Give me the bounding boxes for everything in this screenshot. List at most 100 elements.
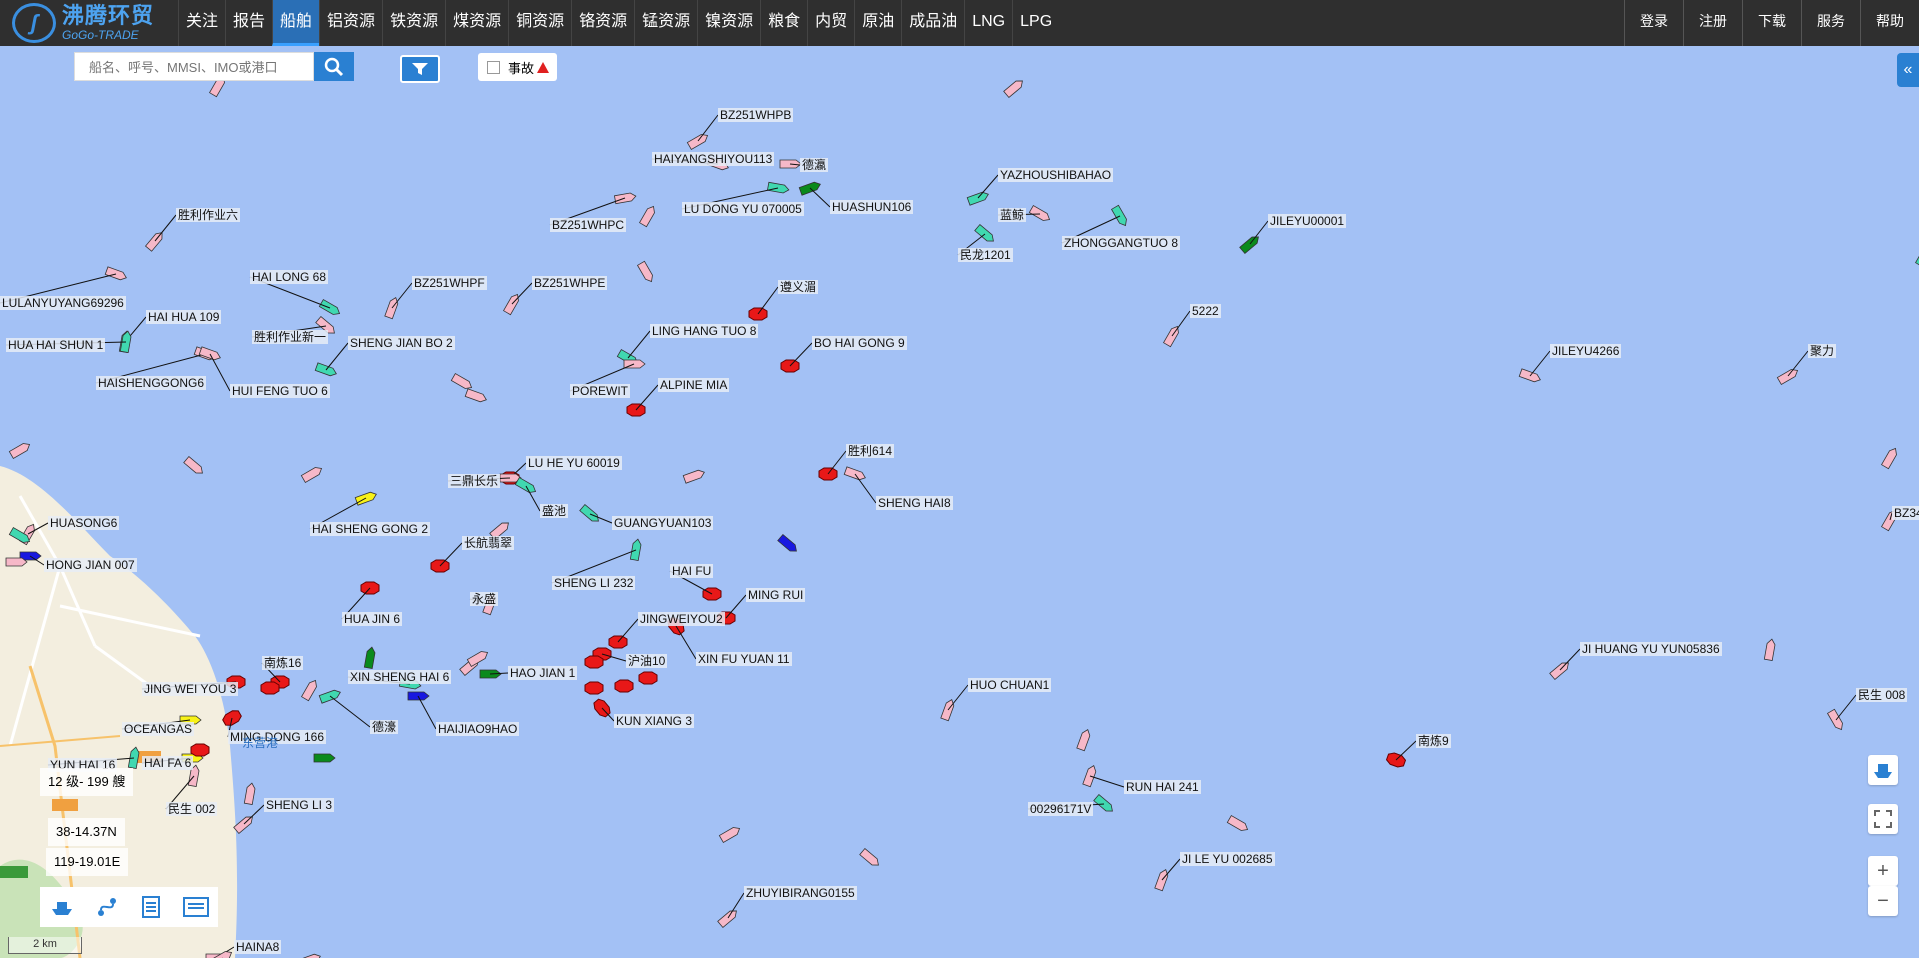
vessel-marker[interactable] [300,465,323,484]
vessel-label[interactable]: HUI FENG TUO 6 [230,384,330,398]
logo[interactable]: ʃ 沸腾环贸 GoGo-TRADE [0,0,178,46]
collapse-icon[interactable]: « [1897,53,1919,87]
vessel-marker[interactable] [613,192,637,205]
vessel-label[interactable]: JILEYU00001 [1268,214,1347,228]
vessel-label[interactable]: 遵义湄 [778,280,819,294]
vessel-label[interactable]: HAI FA 6 [142,756,194,770]
news-tool-button[interactable] [182,893,210,921]
vessel-label[interactable]: BZ251WHPE [532,276,608,290]
ship-layer-button[interactable] [1868,755,1898,785]
vessel-label[interactable]: JING WEI YOU 3 [142,682,239,696]
nav-item[interactable]: 铬资源 [571,0,634,46]
vessel-marker[interactable] [450,372,473,391]
vessel-marker[interactable] [183,455,205,477]
nav-item[interactable]: 镍资源 [697,0,760,46]
nav-item[interactable]: 粮食 [760,0,807,46]
route-tool-button[interactable] [93,893,121,921]
nav-item[interactable]: 铁资源 [382,0,445,46]
vessel-label[interactable]: HUASONG6 [48,516,120,530]
vessel-marker[interactable] [766,181,790,194]
vessel-marker[interactable] [638,204,657,228]
vessel-marker[interactable] [777,533,799,555]
vessel-label[interactable]: KUN XIANG 3 [614,714,695,728]
vessel-label[interactable]: GUANGYUAN103 [612,516,714,530]
vessel-marker[interactable] [313,753,336,763]
vessel-marker[interactable] [1226,814,1249,833]
vessel-label[interactable]: HUO CHUAN1 [968,678,1052,692]
vessel-marker[interactable] [300,678,319,702]
vessel-label[interactable]: SHENG HAI8 [876,496,953,510]
nav-item[interactable]: 船舶 [272,0,320,46]
vessel-label[interactable]: HAIJIAO9HAO [436,722,520,736]
vessel-marker[interactable] [584,655,604,669]
vessel-marker[interactable] [1914,244,1919,268]
nav-item[interactable]: 关注 [178,0,225,46]
vessel-label[interactable]: MING RUI [746,588,806,602]
fullscreen-button[interactable] [1868,804,1898,834]
vessel-label[interactable]: XIN SHENG HAI 6 [348,670,452,684]
vessel-label[interactable]: ZHONGGANGTUO 8 [1062,236,1181,250]
vessel-label[interactable]: ZHUYIBIRANG0155 [744,886,857,900]
vessel-label[interactable]: 胜利作业新一 [252,330,329,344]
vessel-label[interactable]: HAI HUA 109 [146,310,222,324]
nav-item[interactable]: 报告 [225,0,272,46]
nav-item[interactable]: 内贸 [807,0,854,46]
nav-item[interactable]: 锰资源 [634,0,697,46]
vessel-marker[interactable] [464,388,487,404]
vessel-label[interactable]: XIN FU YUAN 11 [696,652,792,666]
vessel-label[interactable]: BZ34 [1892,506,1919,520]
document-tool-button[interactable] [137,893,165,921]
vessel-marker[interactable] [466,649,489,668]
vessel-marker[interactable] [5,557,28,567]
account-nav-item[interactable]: 下载 [1742,0,1801,46]
vessel-label[interactable]: OCEANGAS [122,722,195,736]
vessel-label[interactable]: 东营港 [240,736,280,750]
nav-item[interactable]: LPG [1012,0,1059,46]
vessel-marker[interactable] [1076,728,1092,752]
vessel-label[interactable]: 长航翡翠 [462,536,515,550]
nav-item[interactable]: 成品油 [901,0,964,46]
vessel-label[interactable]: JINGWEIYOU2 [638,612,725,626]
vessel-label[interactable]: YAZHOUSHIBAHAO [998,168,1114,182]
vessel-label[interactable]: JILEYU4266 [1550,344,1622,358]
vessel-marker[interactable] [260,681,280,695]
vessel-label[interactable]: 盛池 [540,504,569,518]
vessel-label[interactable]: 民生 008 [1856,688,1908,702]
vessel-label[interactable]: ALPINE MIA [658,378,730,392]
vessel-label[interactable]: LU HE YU 60019 [526,456,622,470]
vessel-label[interactable]: 00296171V [1028,802,1094,816]
vessel-label[interactable]: 胜利作业六 [176,208,241,222]
vessel-marker[interactable] [190,743,210,757]
vessel-label[interactable]: 5222 [1190,304,1221,318]
vessel-marker[interactable] [354,490,377,506]
vessel-label[interactable]: 南炼9 [1416,734,1451,748]
vessel-label[interactable]: 民龙1201 [958,248,1013,262]
vessel-label[interactable]: HAIYANGSHIYOU113 [652,152,775,166]
vessel-marker[interactable] [363,646,376,670]
vessel-marker[interactable] [1763,638,1776,662]
vessel-marker[interactable] [1003,78,1025,99]
vessel-label[interactable]: 聚力 [1808,344,1837,358]
vessel-label[interactable]: HAI SHENG GONG 2 [310,522,431,536]
vessel-marker[interactable] [1110,204,1129,227]
search-button[interactable] [314,52,354,81]
account-nav-item[interactable]: 登录 [1624,0,1683,46]
account-nav-item[interactable]: 帮助 [1860,0,1919,46]
nav-item[interactable]: 原油 [854,0,901,46]
sea-map[interactable]: BZ251WHPB HAIYANGSHIYOU113 德瀛 LU DONG YU 07… [0,46,1919,958]
vessel-marker[interactable] [636,260,655,283]
vessel-label[interactable]: HAI LONG 68 [250,270,329,284]
vessel-label[interactable]: RUN HAI 241 [1124,780,1201,794]
vessel-label[interactable]: BO HAI GONG 9 [812,336,907,350]
accident-toggle[interactable]: 事故 [478,53,557,81]
vessel-label[interactable]: SHENG JIAN BO 2 [348,336,455,350]
vessel-label[interactable]: HAINA8 [234,940,282,954]
vessel-label[interactable]: BZ251WHPB [718,108,794,122]
vessel-marker[interactable] [119,330,132,354]
account-nav-item[interactable]: 注册 [1683,0,1742,46]
vessel-marker[interactable] [718,825,741,844]
vessel-label[interactable]: HONG JIAN 007 [44,558,137,572]
vessel-label[interactable]: HUASHUN106 [830,200,914,214]
vessel-marker[interactable] [629,538,642,562]
account-nav-item[interactable]: 服务 [1801,0,1860,46]
